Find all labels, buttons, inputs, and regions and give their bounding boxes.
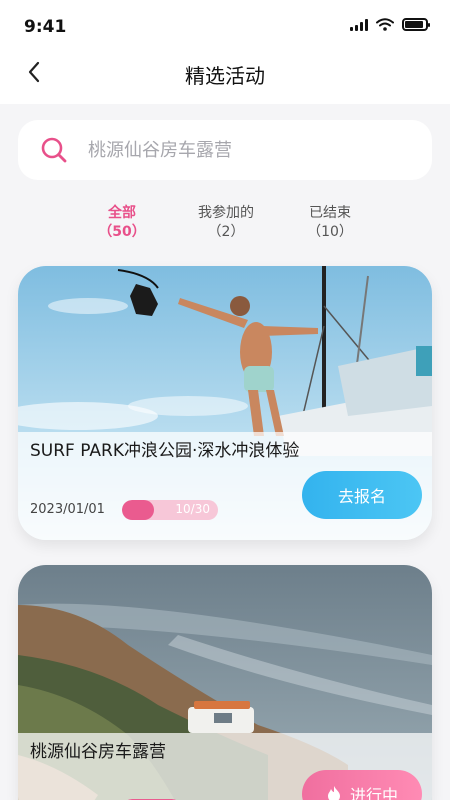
activity-title: 桃源仙谷房车露营: [30, 742, 166, 762]
status-bar: 9:41: [0, 0, 450, 52]
wifi-icon: [376, 18, 394, 31]
tab-all-label: 全部: [108, 205, 136, 221]
search-input[interactable]: [88, 139, 388, 161]
nav-bar: 精选活动: [0, 52, 450, 104]
tab-ended-label: 已结束: [309, 205, 351, 221]
in-progress-button[interactable]: 进行中: [302, 770, 422, 800]
search-box[interactable]: [18, 120, 432, 180]
flame-icon: [327, 786, 340, 800]
register-button[interactable]: 去报名: [302, 471, 422, 519]
tab-joined[interactable]: 我参加的 （2）: [176, 204, 276, 242]
status-time: 9:41: [24, 17, 67, 37]
activity-card[interactable]: 桃源仙谷房车露营 进行中: [18, 565, 432, 800]
tab-all-count: （50）: [98, 224, 146, 240]
in-progress-label: 进行中: [349, 786, 398, 800]
activity-date: 2023/01/01: [30, 502, 105, 517]
tab-ended[interactable]: 已结束 （10）: [280, 204, 380, 242]
participant-progress-fill: [122, 500, 154, 520]
search-icon: [40, 136, 68, 164]
battery-icon: [402, 18, 430, 31]
page-title: 精选活动: [185, 64, 265, 88]
signal-icon: [350, 18, 368, 31]
activity-card[interactable]: SURF PARK冲浪公园·深水冲浪体验 2023/01/01 10/30 去报…: [18, 266, 432, 540]
participant-count: 10/30: [175, 502, 210, 516]
tab-joined-count: （2）: [207, 224, 245, 240]
participant-progress: 10/30: [122, 500, 218, 520]
tab-joined-label: 我参加的: [198, 205, 254, 221]
tab-all[interactable]: 全部 （50）: [72, 204, 172, 242]
register-button-label: 去报名: [337, 487, 386, 506]
activity-title: SURF PARK冲浪公园·深水冲浪体验: [30, 441, 300, 461]
tab-ended-count: （10）: [307, 224, 353, 240]
filter-tabs: 全部 （50） 我参加的 （2） 已结束 （10）: [0, 204, 450, 244]
status-icons: [350, 18, 430, 31]
